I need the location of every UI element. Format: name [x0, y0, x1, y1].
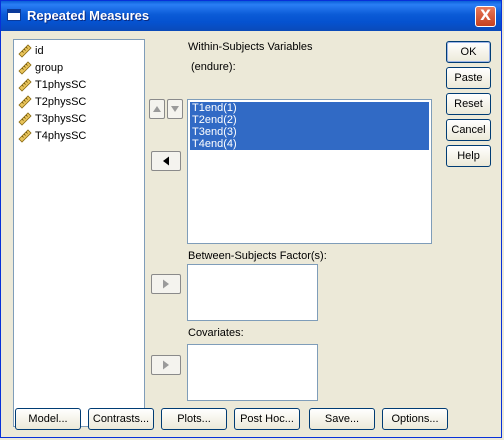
close-button[interactable]: X	[475, 6, 496, 27]
contrasts-button[interactable]: Contrasts...	[88, 408, 154, 430]
scale-ruler-icon	[18, 95, 32, 109]
scale-ruler-icon	[18, 78, 32, 92]
variable-item[interactable]: T4physSC	[14, 127, 144, 144]
within-subjects-item[interactable]: T4end(4)	[190, 138, 429, 150]
plots-button[interactable]: Plots...	[161, 408, 227, 430]
variable-label: group	[35, 62, 64, 74]
cancel-button[interactable]: Cancel	[446, 119, 491, 141]
move-to-within-button[interactable]	[151, 151, 181, 171]
title-bar[interactable]: Repeated Measures X	[1, 1, 501, 31]
covariates-label: Covariates:	[188, 327, 244, 339]
variable-label: T4physSC	[35, 130, 87, 142]
within-subjects-label: Within-Subjects Variables	[188, 41, 313, 53]
repeated-measures-dialog: Repeated Measures X id group T1physSC T2phy…	[0, 0, 502, 438]
options-button[interactable]: Options...	[382, 408, 448, 430]
variable-item[interactable]: id	[14, 42, 144, 59]
model-button[interactable]: Model...	[15, 408, 81, 430]
variable-label: id	[35, 45, 44, 57]
arrow-left-icon	[163, 156, 169, 166]
reset-button[interactable]: Reset	[446, 93, 491, 115]
scale-ruler-icon	[18, 61, 32, 75]
within-subjects-item[interactable]: T2end(2)	[190, 114, 429, 126]
scale-ruler-icon	[18, 112, 32, 126]
within-factor-label: (endure):	[191, 61, 236, 73]
window-title: Repeated Measures	[27, 8, 150, 23]
help-button[interactable]: Help	[446, 145, 491, 167]
variable-item[interactable]: T1physSC	[14, 76, 144, 93]
window-icon	[7, 9, 21, 21]
move-up-button[interactable]	[149, 99, 165, 119]
between-subjects-list[interactable]	[187, 264, 318, 321]
arrow-right-icon	[163, 360, 169, 370]
move-down-button[interactable]	[167, 99, 183, 119]
variable-item[interactable]: T2physSC	[14, 93, 144, 110]
save-button[interactable]: Save...	[309, 408, 375, 430]
between-subjects-label: Between-Subjects Factor(s):	[188, 250, 327, 262]
variable-item[interactable]: T3physSC	[14, 110, 144, 127]
variable-item[interactable]: group	[14, 59, 144, 76]
variable-label: T2physSC	[35, 96, 87, 108]
scale-ruler-icon	[18, 44, 32, 58]
arrow-up-icon	[153, 106, 161, 112]
variable-label: T1physSC	[35, 79, 87, 91]
within-subjects-list[interactable]: T1end(1) T2end(2) T3end(3) T4end(4)	[187, 99, 432, 244]
ok-button[interactable]: OK	[446, 41, 491, 63]
within-subjects-item[interactable]: T3end(3)	[190, 126, 429, 138]
paste-button[interactable]: Paste	[446, 67, 491, 89]
covariates-list[interactable]	[187, 344, 318, 401]
scale-ruler-icon	[18, 129, 32, 143]
arrow-down-icon	[171, 106, 179, 112]
move-to-between-button[interactable]	[151, 274, 181, 294]
variable-label: T3physSC	[35, 113, 87, 125]
move-to-covariates-button[interactable]	[151, 355, 181, 375]
source-variable-list[interactable]: id group T1physSC T2physSC T3physSC T4physSC	[13, 39, 145, 427]
post-hoc-button[interactable]: Post Hoc...	[234, 408, 300, 430]
arrow-right-icon	[163, 279, 169, 289]
within-subjects-item[interactable]: T1end(1)	[190, 102, 429, 114]
